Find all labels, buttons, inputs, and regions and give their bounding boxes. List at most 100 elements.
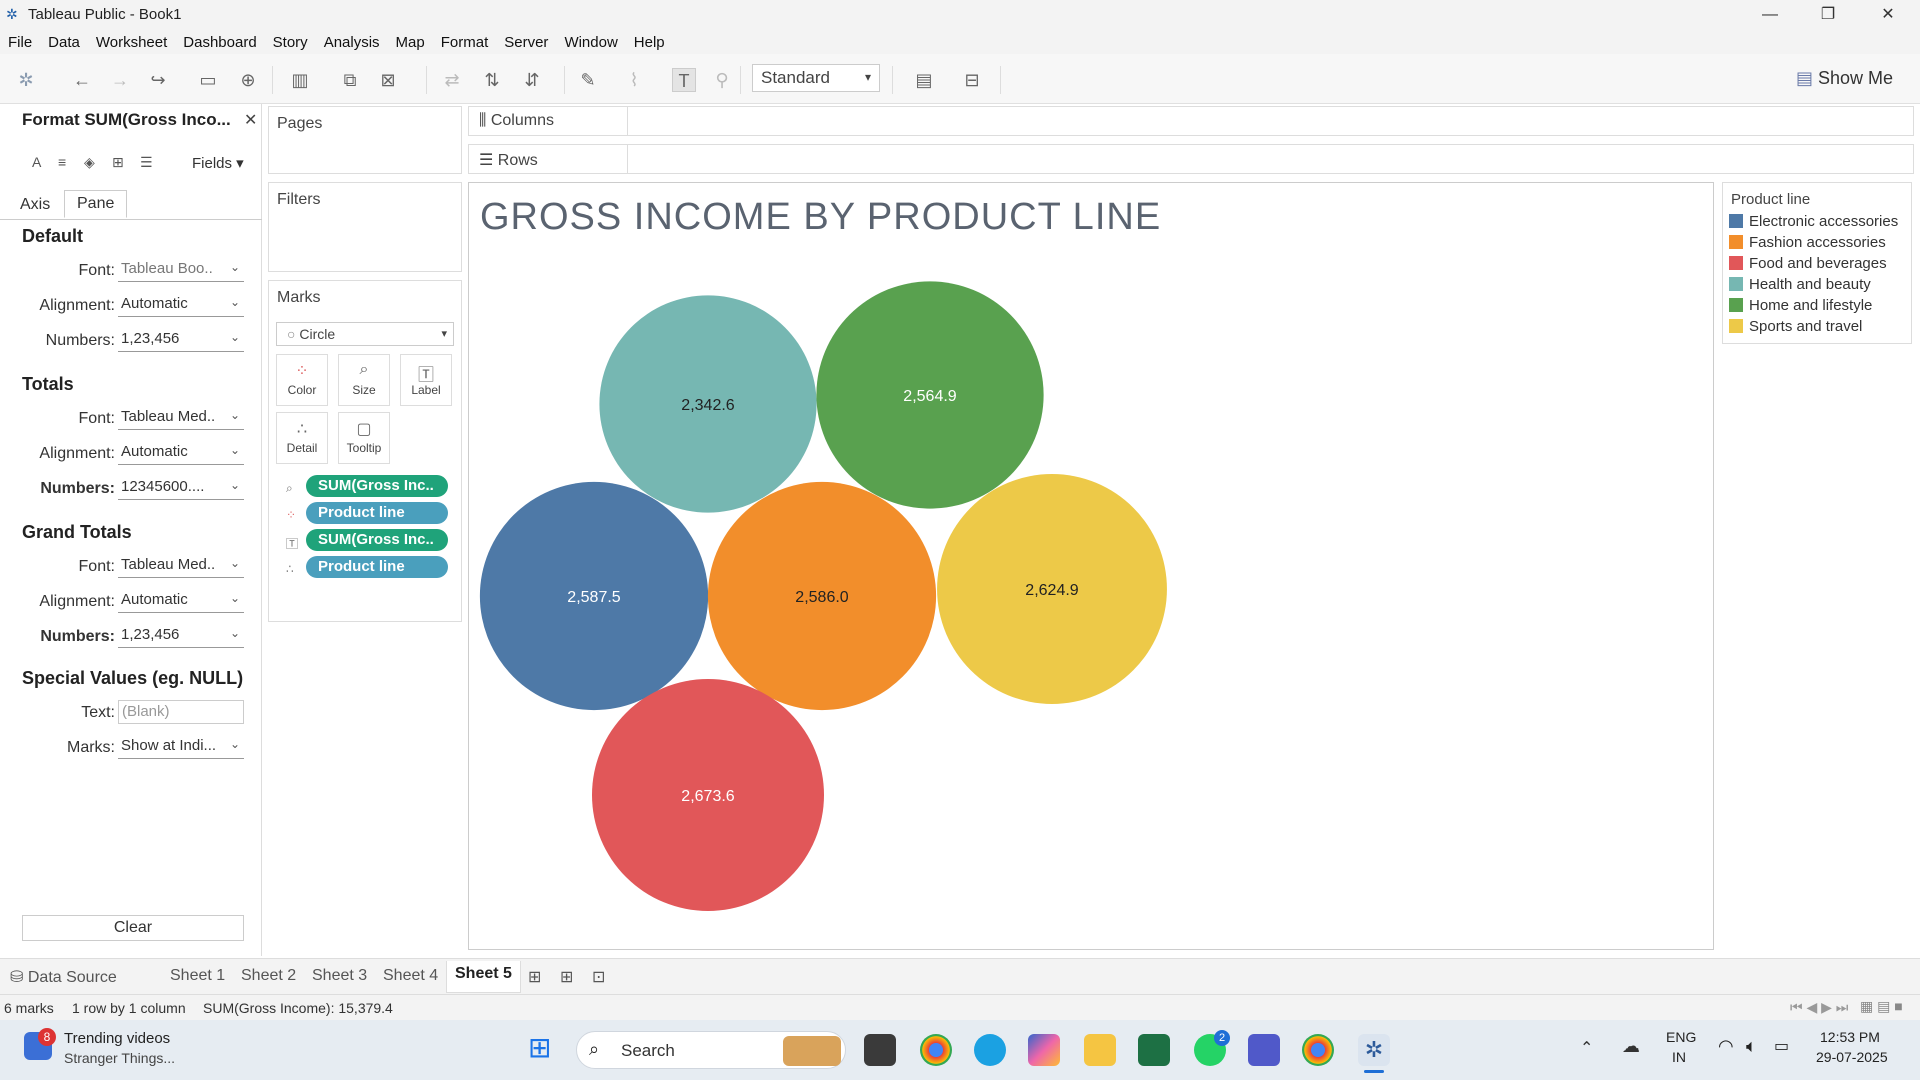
menu-server[interactable]: Server [504,34,548,51]
replay-icon[interactable]: ↪ [146,68,170,92]
special-marks-dropdown[interactable]: Show at Indi... ⌄ [118,735,244,759]
grand-totals-font-dropdown[interactable]: Tableau Med.. ⌄ [118,554,244,578]
new-worksheet-icon[interactable]: ▥ [288,68,312,92]
copilot-icon[interactable] [1028,1034,1060,1066]
tab-sheet-3[interactable]: Sheet 3 [312,967,367,985]
show-me-button[interactable]: ▤ Show Me [1796,68,1893,89]
legend-item[interactable]: Fashion accessories [1729,232,1886,252]
minimize-icon[interactable]: — [1758,4,1782,26]
tooltip-button[interactable]: ▢ Tooltip [338,412,390,464]
new-worksheet-tab-icon[interactable]: ⊞ [528,967,541,987]
legend-item[interactable]: Food and beverages [1729,253,1887,273]
grand-totals-alignment-dropdown[interactable]: Automatic ⌄ [118,589,244,613]
special-text-input[interactable]: (Blank) [118,700,244,724]
legend-item[interactable]: Electronic accessories [1729,211,1898,231]
rows-shelf[interactable]: ☰ Rows [468,144,1914,174]
clock-time[interactable]: 12:53 PM [1820,1029,1880,1045]
close-format-icon[interactable]: ✕ [244,110,257,130]
detail-pill[interactable]: Product line [306,556,448,578]
show-cards-icon[interactable]: ▤ [912,68,936,92]
menu-analysis[interactable]: Analysis [324,34,380,51]
menu-map[interactable]: Map [396,34,425,51]
grand-totals-numbers-dropdown[interactable]: 1,23,456 ⌄ [118,624,244,648]
highlight-icon[interactable]: ✎ [576,68,600,92]
fields-dropdown[interactable]: Fields ▾ [192,154,244,172]
tab-sheet-5[interactable]: Sheet 5 [446,961,521,993]
clear-button[interactable]: Clear [22,915,244,941]
tableau-taskbar-icon[interactable]: ✲ [1358,1034,1390,1066]
language-line1[interactable]: ENG [1666,1029,1696,1045]
duplicate-sheet-icon[interactable]: ⧉ [338,68,362,92]
menu-help[interactable]: Help [634,34,665,51]
mark-type-dropdown[interactable]: ○ Circle ▾ [276,322,454,346]
group-icon[interactable]: ⌇ [622,68,646,92]
sheet-sorter-icon[interactable]: ▦ ▤ ■ [1860,998,1903,1015]
tab-sheet-4[interactable]: Sheet 4 [383,967,438,985]
menu-window[interactable]: Window [564,34,617,51]
clear-sheet-icon[interactable]: ⊠ [376,68,400,92]
default-alignment-dropdown[interactable]: Automatic ⌄ [118,293,244,317]
label-button[interactable]: 🅃 Label [400,354,452,406]
battery-icon[interactable]: ▭ [1774,1036,1789,1056]
columns-shelf[interactable]: ⫼ Columns [468,106,1914,136]
totals-alignment-dropdown[interactable]: Automatic ⌄ [118,441,244,465]
onedrive-icon[interactable]: ☁ [1622,1036,1640,1057]
size-button[interactable]: ⌕ Size [338,354,390,406]
data-source-tab[interactable]: ⛁ Data Source [10,967,117,987]
totals-font-dropdown[interactable]: Tableau Med.. ⌄ [118,406,244,430]
default-numbers-dropdown[interactable]: 1,23,456 ⌄ [118,328,244,352]
wifi-icon[interactable]: ◠ [1718,1036,1734,1057]
alignment-format-icon[interactable]: ≡ [58,154,66,170]
chevron-up-icon[interactable]: ⌃ [1580,1038,1593,1058]
totals-numbers-dropdown[interactable]: 12345600.... ⌄ [118,476,244,500]
filters-card[interactable]: Filters [268,182,462,272]
new-story-tab-icon[interactable]: ⊡ [592,967,605,987]
volume-icon[interactable]: 🔈︎ [1746,1036,1757,1057]
sort-descending-icon[interactable]: ⇵ [520,68,544,92]
menu-story[interactable]: Story [273,34,308,51]
restore-icon[interactable]: ❐ [1816,4,1840,26]
detail-button[interactable]: ∴ Detail [276,412,328,464]
sheet-nav-icon[interactable]: ⏮ ◀ ▶ ⏭ [1790,999,1848,1016]
close-window-icon[interactable]: ✕ [1876,4,1900,26]
menu-worksheet[interactable]: Worksheet [96,34,167,51]
font-format-icon[interactable]: A [32,154,41,170]
label-pill[interactable]: SUM(Gross Inc.. [306,529,448,551]
menu-format[interactable]: Format [441,34,489,51]
legend-item[interactable]: Sports and travel [1729,316,1862,336]
sort-ascending-icon[interactable]: ⇅ [480,68,504,92]
excel-icon[interactable] [1138,1034,1170,1066]
legend-item[interactable]: Health and beauty [1729,274,1871,294]
redo-icon[interactable]: → [108,68,132,92]
teams-icon[interactable] [1248,1034,1280,1066]
size-pill[interactable]: SUM(Gross Inc.. [306,475,448,497]
menu-data[interactable]: Data [48,34,80,51]
color-button[interactable]: ⁘ Color [276,354,328,406]
chrome-icon[interactable] [1302,1034,1334,1066]
fix-axes-icon[interactable]: ⚲ [710,68,734,92]
lines-format-icon[interactable]: ☰ [140,154,153,171]
tab-sheet-1[interactable]: Sheet 1 [170,967,225,985]
color-pill[interactable]: Product line [306,502,448,524]
pages-card[interactable]: Pages [268,106,462,174]
borders-format-icon[interactable]: ⊞ [112,154,124,171]
taskbar-search[interactable]: ⌕ Search [576,1031,846,1069]
task-view-icon[interactable] [864,1034,896,1066]
new-dashboard-tab-icon[interactable]: ⊞ [560,967,573,987]
tab-pane[interactable]: Pane [64,190,128,218]
menu-dashboard[interactable]: Dashboard [183,34,256,51]
chrome-icon[interactable] [920,1034,952,1066]
edge-icon[interactable] [974,1034,1006,1066]
tab-axis[interactable]: Axis [20,196,50,214]
menu-file[interactable]: File [8,34,32,51]
fit-dropdown[interactable]: Standard ▾ [752,64,880,92]
undo-icon[interactable]: ← [70,68,94,92]
file-explorer-icon[interactable] [1084,1034,1116,1066]
save-icon[interactable]: ▭ [196,68,220,92]
legend-item[interactable]: Home and lifestyle [1729,295,1872,315]
shading-format-icon[interactable]: ◈ [84,154,95,171]
tableau-start-icon[interactable]: ✲ [14,68,38,92]
news-title[interactable]: Trending videos [64,1030,170,1047]
swap-icon[interactable]: ⇄ [440,68,464,92]
presentation-mode-icon[interactable]: ⊟ [960,68,984,92]
